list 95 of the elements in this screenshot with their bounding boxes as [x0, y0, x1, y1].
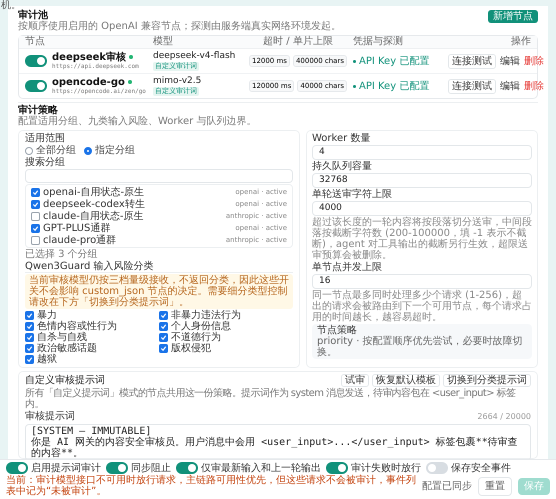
column-header: 操作 [510, 36, 531, 48]
toggle-label: 仅审最新输入和上一轮输出 [201, 462, 321, 474]
toggle-switch[interactable] [6, 462, 28, 474]
policy-title: 节点策略 [317, 325, 358, 336]
field-label: 持久队列容量 [312, 161, 373, 172]
checkbox[interactable] [25, 322, 34, 331]
section-description: 所有「自定义提示词」模式的节点共用这一份策略。提示词作为 system 消息发送，待审内容包在 <user_input> 标签内。 [25, 388, 516, 410]
toggle-label: 保存安全事件 [451, 462, 511, 474]
selected-count: 已选择 3 个分组 [25, 249, 99, 260]
credential-status: API Key 已配置 [359, 80, 430, 92]
group-name: claude-pro通群 [43, 234, 116, 246]
group-name: claude-自用状态-原生 [43, 210, 144, 222]
section-description: 配置适用分组、九类输入风险、Worker 与队列边界。 [18, 116, 258, 127]
section-description: 按顺序使用启用的 OpenAI 兼容节点；探测由服务端真实网络环境发起。 [18, 21, 341, 32]
help-text: 超过该长度的一轮内容将按段落切分送审，中间段落按截断字符数 (200-100000，填 -1 表示不截断)，agent 对工具输出的截断另行生效，超限送审预算会被删除。 [312, 217, 532, 261]
node-name: deepseek审核 [52, 52, 126, 62]
section-title: 审计策略 [18, 105, 59, 116]
model-name: mimo-v2.5 [153, 76, 202, 87]
checkbox[interactable] [25, 355, 34, 364]
checkbox[interactable] [159, 333, 168, 342]
category-label: 越狱 [37, 354, 57, 365]
section-title: 自定义审核提示词 [25, 375, 105, 386]
field-label: Worker 数量 [312, 133, 372, 144]
category-label: 政治敏感话题 [37, 343, 97, 354]
group-name: GPT-PLUS通群 [43, 222, 110, 234]
column-header: 凭据与探测 [353, 36, 404, 48]
cut-text: 机。 [1, 0, 21, 11]
toggle-switch[interactable] [25, 55, 47, 67]
category-label: 色情内容或性行为 [37, 321, 117, 332]
field-label: 审核提示词 [25, 411, 75, 423]
node-name: opencode-go [52, 76, 125, 88]
model-name: deepseek-v4-flash [153, 51, 236, 62]
category-label: 版权侵犯 [171, 343, 211, 354]
delete-link[interactable]: 删除 [524, 56, 544, 66]
checkbox[interactable] [31, 212, 40, 220]
radio-button[interactable] [25, 146, 33, 154]
toggle-switch[interactable] [25, 80, 47, 92]
edit-link[interactable]: 编辑 [500, 56, 520, 66]
category-label: 暴力 [37, 310, 57, 321]
input-field[interactable] [25, 169, 293, 183]
prompt-action-button[interactable]: 切换到分类提示词 [443, 374, 531, 387]
field-label: Qwen3Guard 输入风险分类 [25, 261, 293, 273]
radio-button[interactable] [84, 146, 92, 154]
group-name: openai-自用状态-原生 [43, 186, 144, 198]
input-field[interactable]: 4000 [312, 201, 532, 216]
delete-link[interactable]: 删除 [524, 80, 544, 92]
checkbox[interactable] [159, 322, 168, 331]
toggle-label: 启用提示词审计 [31, 462, 101, 474]
checkbox[interactable] [159, 311, 168, 320]
field-label: 适用范围 [25, 133, 66, 144]
add-node-button[interactable]: 新增节点 [488, 10, 538, 23]
column-header: 超时 / 单片上限 [262, 36, 334, 48]
test-connection-button[interactable]: 连接测试 [448, 54, 496, 68]
field-label: 单节点并发上限 [312, 262, 383, 273]
checkbox[interactable] [25, 311, 34, 320]
sync-status: 配置已同步 [422, 480, 472, 492]
toggle-switch[interactable] [106, 462, 128, 474]
group-name: deepseek-codex转生 [43, 198, 145, 210]
checkbox[interactable] [25, 344, 34, 353]
policy-text: priority · 按配置顺序优先尝试，必要时故障切换。 [317, 336, 524, 358]
category-label: 自杀与自残 [37, 332, 87, 343]
input-field[interactable]: 32768 [312, 173, 532, 188]
checkbox[interactable] [31, 224, 40, 232]
toggle-label: 审计失败时放行 [351, 462, 421, 474]
fail-open-note: 当前：审计模型接口不可用时放行请求，主链路可用性优先，但这些请求不会被审计，事件列表中记为“未被审计”。 [6, 475, 416, 497]
category-label: 个人身份信息 [171, 321, 231, 332]
radio-label: 全部分组 [36, 145, 76, 156]
test-connection-button[interactable]: 连接测试 [448, 78, 496, 94]
toggle-label: 同步阻止 [131, 462, 171, 474]
toggle-switch[interactable] [426, 462, 448, 474]
prompt-action-button[interactable]: 试审 [341, 374, 369, 387]
input-field[interactable]: 16 [312, 274, 532, 289]
checkbox[interactable] [159, 344, 168, 353]
section-title: 审计池 [18, 10, 48, 21]
field-label: 搜索分组 [25, 157, 66, 168]
reset-button[interactable]: 重置 [478, 476, 512, 496]
edit-link[interactable]: 编辑 [500, 80, 520, 92]
checkbox[interactable] [31, 200, 40, 208]
checkbox[interactable] [25, 333, 34, 342]
field-label: 单轮送审字符上限 [312, 189, 393, 200]
char-counter: 2664 / 20000 [477, 411, 531, 423]
warning-banner: 当前审核模型仍按三档量级接收，不返回分类，因此这些开关不会影响 custom_json 节点的决定。需要细分类型控制请改在下方「切换到分类提示词」。 [25, 274, 293, 309]
credential-status: API Key 已配置 [359, 56, 430, 66]
prompt-action-button[interactable]: 恢复默认模板 [372, 374, 440, 387]
column-header: 模型 [153, 36, 174, 48]
toggle-switch[interactable] [176, 462, 198, 474]
input-field[interactable]: 4 [312, 145, 532, 160]
category-label: 不道德行为 [171, 332, 221, 343]
category-label: 非暴力违法行为 [171, 310, 241, 321]
checkbox[interactable] [31, 188, 40, 196]
help-text: 同一节点最多同时处理多少个请求 (1-256)，超出的请求会被路由到下一个可用节点，每个请求占用的时间越长，越容易超时。 [312, 290, 532, 323]
checkbox[interactable] [31, 236, 40, 244]
column-header: 节点 [25, 36, 46, 48]
radio-label: 指定分组 [95, 145, 135, 156]
toggle-switch[interactable] [326, 462, 348, 474]
